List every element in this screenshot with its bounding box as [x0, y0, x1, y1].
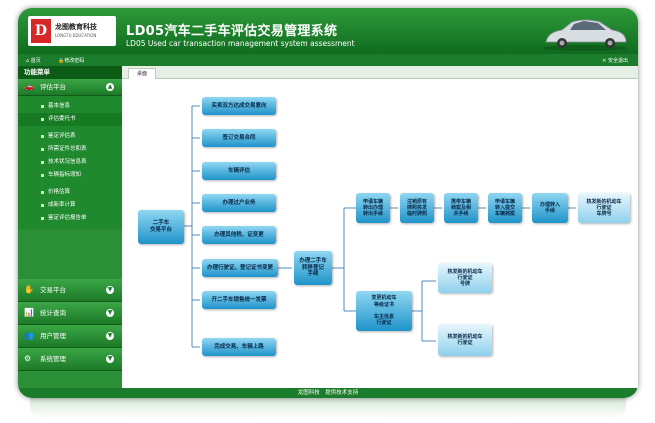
hand-icon: ✋	[24, 285, 34, 294]
flow-start-node: 二手车 交易平台	[138, 210, 184, 244]
logout-link[interactable]: ✕ 安全退出	[602, 57, 628, 64]
flow-transfer-node: 办理二手车 转移登记 手续	[294, 251, 332, 285]
expand-icon[interactable]: ▼	[106, 286, 114, 294]
expand-icon[interactable]: ▼	[106, 309, 114, 317]
system-subtitle: LD05 Used car transaction management sys…	[126, 39, 355, 48]
header: D 龙图教育科技 LONGTU EDUCATION LD05汽车二手车评估交易管…	[18, 8, 638, 54]
tab-bar: 桌面	[122, 66, 638, 79]
flow-step: 车辆评估	[202, 162, 276, 180]
system-title: LD05汽车二手车评估交易管理系统	[126, 24, 338, 39]
flow-result-node: 核发新的机动车 行驶证 号牌	[438, 263, 492, 293]
flow-connectors	[184, 105, 576, 348]
process-flowchart: 二手车 交易平台 买卖双方达成交易意向 签订交易合同 车辆评估 办理过户业务 办…	[122, 79, 638, 388]
sidebar-group-label: 系统管理	[40, 355, 66, 363]
logo-subtext: LONGTU EDUCATION	[55, 33, 97, 38]
car-image-icon	[543, 19, 627, 51]
sidebar-group-users[interactable]: 👥 用户管理 ▼	[18, 325, 122, 348]
sidebar-item-basic-info[interactable]: 基本信息	[18, 100, 122, 113]
flow-step: 完成交易、车辆上路	[202, 338, 276, 356]
chart-icon: 📊	[24, 308, 34, 317]
sidebar-group-label: 用户管理	[40, 332, 66, 340]
main-content: 桌面 二手车 交易平台 买卖双方达成交易意向 签订交易合同 车辆评估 办理过户业…	[122, 66, 638, 388]
sidebar: 功能菜单 🚗 评估平台 ▲ 基本信息 评估委托书 鉴定评估表 所需证件总和表 技…	[18, 66, 122, 388]
sidebar-group-trading[interactable]: ✋ 交易平台 ▼	[18, 279, 122, 302]
sidebar-item-documents[interactable]: 所需证件总和表	[18, 143, 122, 156]
sidebar-group-statistics[interactable]: 📊 统计查询 ▼	[18, 302, 122, 325]
sidebar-item-vehicle-notes[interactable]: 车辆指标须知	[18, 169, 122, 182]
flow-upper-step: 申请车辆 转入提交 车辆档案	[488, 193, 522, 223]
flow-step: 签订交易合同	[202, 129, 276, 147]
flow-upper-step: 办理转入 手续	[532, 193, 568, 223]
sidebar-group-system[interactable]: ⚙ 系统管理 ▼	[18, 348, 122, 371]
change-password-link[interactable]: 🔒修改密码	[58, 57, 84, 64]
sidebar-group-label: 统计查询	[40, 309, 66, 317]
sidebar-heading: 功能菜单	[18, 66, 122, 79]
home-link-label: 首页	[30, 58, 41, 64]
company-logo: D 龙图教育科技 LONGTU EDUCATION	[28, 16, 116, 46]
sidebar-item-newness-rate[interactable]: 成新率计算	[18, 199, 122, 212]
home-link[interactable]: ⌂ 首页	[26, 57, 41, 64]
flow-upper-step: 申请车辆 转出办理 转出手续	[356, 193, 390, 223]
flow-change-owner-node: 变更机动车 等级证书 车主信息 行驶证	[356, 291, 412, 331]
collapse-icon[interactable]: ▲	[106, 83, 114, 91]
logout-label: 安全退出	[607, 58, 628, 64]
window-reflection	[30, 398, 626, 418]
footer: 龙图科技 提供技术支持	[18, 388, 638, 398]
flow-upper-step: 携带车辆 档案及相 关手续	[444, 193, 478, 223]
sidebar-spacer	[18, 229, 122, 279]
flow-result-node: 核发新的机动车 行驶证	[438, 324, 492, 356]
sidebar-group-assessment[interactable]: 🚗 评估平台 ▲	[18, 79, 122, 96]
sidebar-item-price-estimate[interactable]: 价格估算	[18, 186, 122, 199]
sidebar-submenu: 基本信息 评估委托书 鉴定评估表 所需证件总和表 技术状况信息表 车辆指标须知 …	[18, 96, 122, 229]
flow-step: 买卖双方达成交易意向	[202, 97, 276, 115]
expand-icon[interactable]: ▼	[106, 332, 114, 340]
sidebar-item-tech-status[interactable]: 技术状况信息表	[18, 156, 122, 169]
top-nav-bar: ⌂ 首页 🔒修改密码 ✕ 安全退出	[18, 54, 638, 66]
change-password-label: 修改密码	[64, 58, 85, 64]
sidebar-group-label: 评估平台	[40, 83, 66, 91]
sidebar-group-label: 交易平台	[40, 286, 66, 294]
logo-text: 龙图教育科技	[55, 23, 97, 31]
flow-upper-result: 核发新的机动车 行驶证 车牌号	[578, 193, 630, 223]
flow-step: 办理过户业务	[202, 194, 276, 212]
flow-step: 开二手车销售统一发票	[202, 291, 276, 309]
sidebar-item-commission[interactable]: 评估委托书	[18, 113, 122, 126]
logo-mark-icon: D	[31, 19, 51, 43]
car-icon: 🚗	[24, 82, 34, 91]
flow-step: 办理行驶证、登记证书变更	[202, 259, 278, 277]
users-icon: 👥	[24, 331, 34, 340]
gear-icon: ⚙	[24, 354, 32, 363]
tab-desktop[interactable]: 桌面	[128, 68, 157, 79]
expand-icon[interactable]: ▼	[106, 355, 114, 363]
sidebar-item-appraisal-form[interactable]: 鉴定评估表	[18, 130, 122, 143]
flow-step: 办理其他税、证变更	[202, 226, 276, 244]
sidebar-item-report[interactable]: 鉴定评估报告单	[18, 212, 122, 225]
app-window: D 龙图教育科技 LONGTU EDUCATION LD05汽车二手车评估交易管…	[18, 8, 638, 398]
flow-upper-step: 注销原有 牌照核发 临时牌照	[400, 193, 434, 223]
